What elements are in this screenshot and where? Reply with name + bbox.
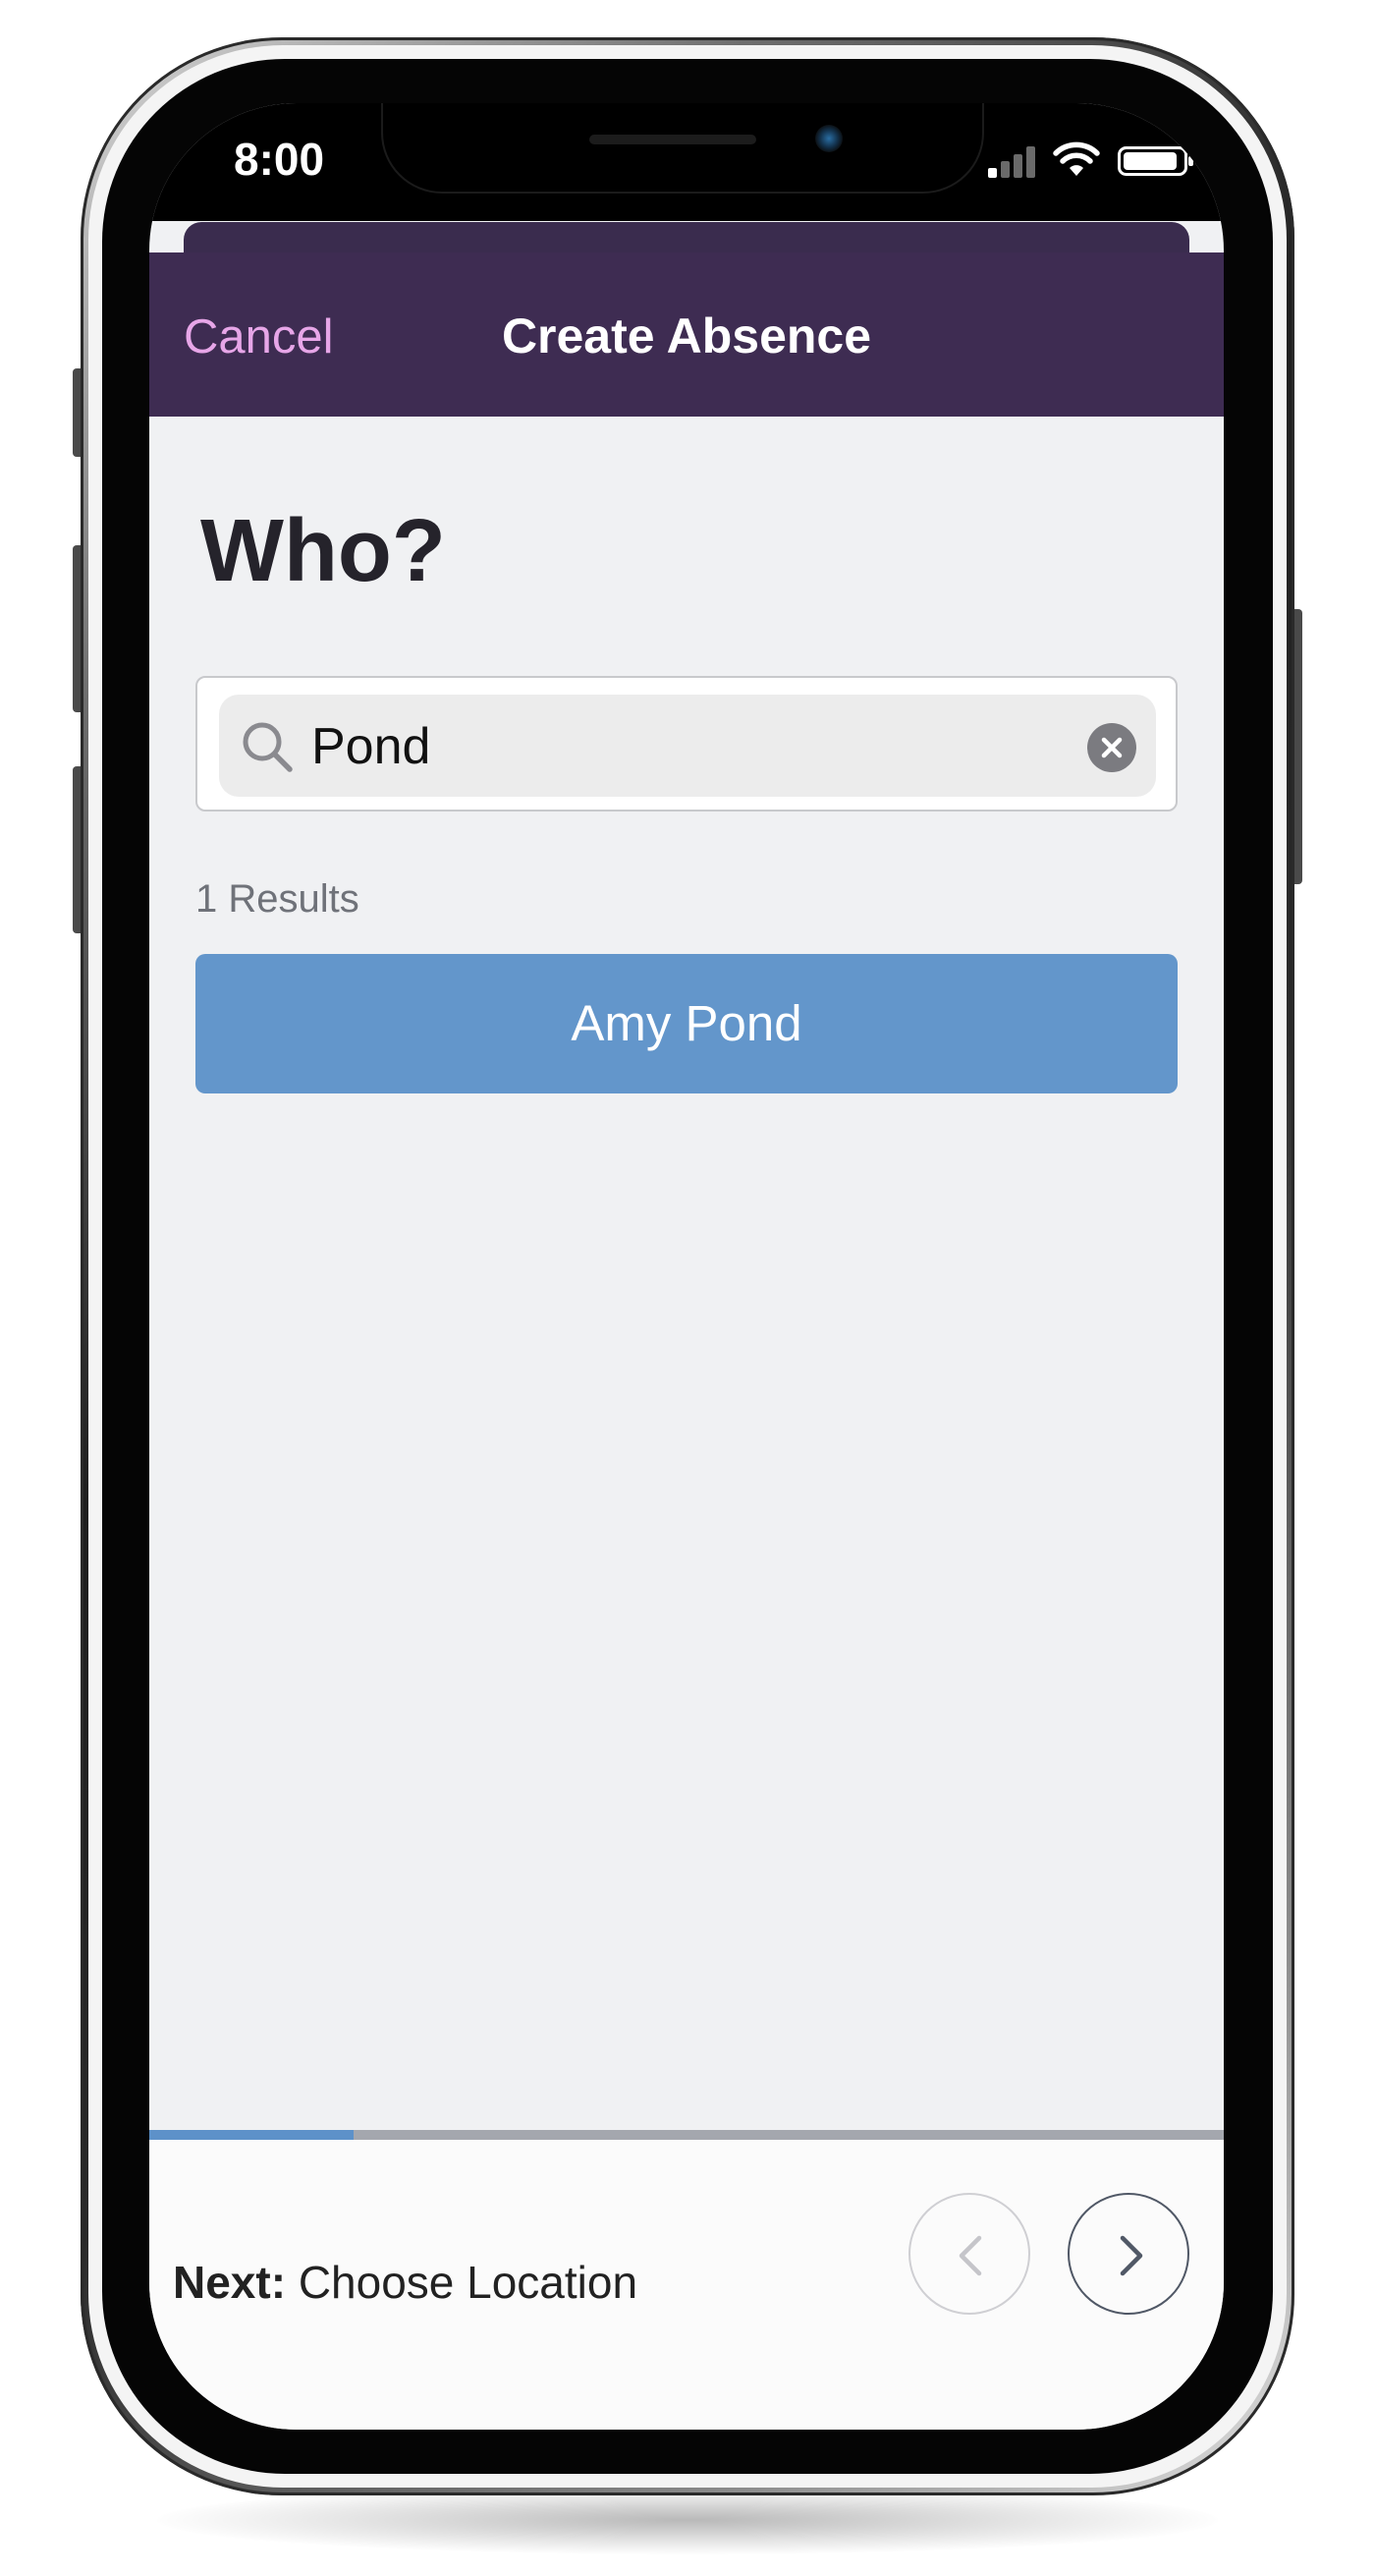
search-icon (243, 722, 293, 772)
next-prefix: Next: (173, 2257, 287, 2308)
footer: Next: Choose Location (149, 2140, 1224, 2430)
battery-icon (1118, 146, 1193, 176)
phone-screen: 8:00 Cancel Create Absence Who? Pond 1 R… (149, 103, 1224, 2430)
progress-fill (149, 2130, 354, 2140)
phone-shadow (157, 2486, 1218, 2554)
nav-bar: Cancel Create Absence (149, 252, 1224, 417)
status-icons (980, 140, 1196, 180)
who-heading: Who? (200, 502, 446, 600)
search-field[interactable] (219, 695, 1156, 797)
next-step-label: Next: Choose Location (173, 2256, 637, 2309)
clear-icon[interactable] (1087, 723, 1136, 772)
front-camera (815, 125, 843, 152)
progress-bar (149, 2130, 1224, 2140)
status-bar: 8:00 (149, 103, 1224, 221)
search-input[interactable] (309, 708, 1060, 785)
next-step-name: Choose Location (298, 2257, 638, 2308)
next-button[interactable] (1068, 2193, 1189, 2315)
chevron-right-icon (1120, 2235, 1143, 2276)
search-container (195, 676, 1178, 812)
notch (383, 103, 982, 192)
previous-button[interactable] (908, 2193, 1030, 2315)
signal-icon (988, 144, 1043, 178)
results-count: 1 Results (195, 877, 359, 921)
result-item[interactable]: Amy Pond (195, 954, 1178, 1093)
page-title: Create Absence (501, 308, 872, 364)
chevron-left-icon (959, 2235, 982, 2276)
speaker-grille (589, 135, 756, 144)
status-time: 8:00 (234, 134, 325, 185)
wifi-icon (1053, 141, 1100, 176)
